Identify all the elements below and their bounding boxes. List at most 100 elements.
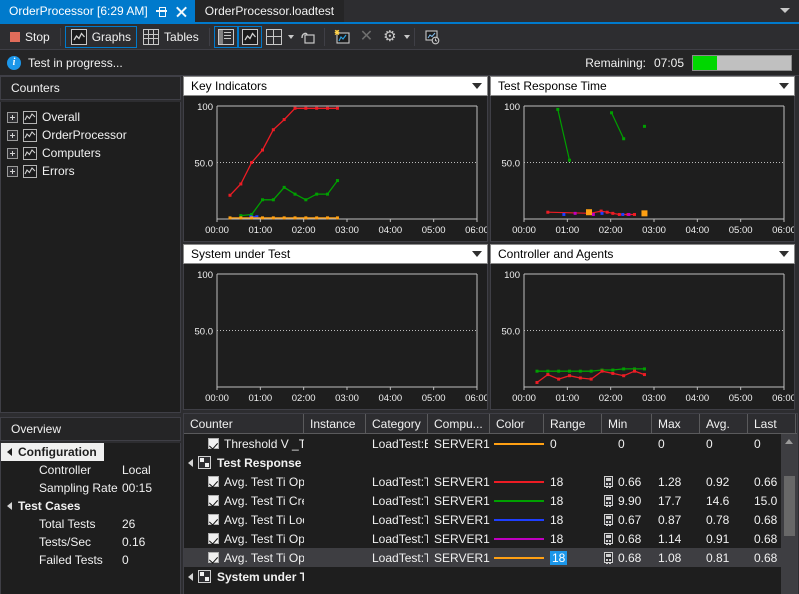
grid-column-header[interactable]: Avg.: [700, 414, 748, 433]
overview-row: Sampling Rate00:15: [1, 479, 180, 497]
show-details-panel-button[interactable]: [214, 26, 238, 48]
collapse-icon[interactable]: [188, 573, 193, 581]
grid-body[interactable]: Threshold V _TotalLoadTest:ESERVER100000…: [184, 434, 797, 594]
toolbar-separator: [324, 28, 325, 46]
grid-column-header[interactable]: Compu...: [428, 414, 490, 433]
expand-icon[interactable]: [7, 112, 18, 123]
grid-vertical-scrollbar[interactable]: [781, 434, 797, 594]
show-graph-panel-button[interactable]: [238, 26, 262, 48]
counters-tree-item[interactable]: OrderProcessor: [1, 126, 180, 144]
tab-orderprocessor-loadtest[interactable]: OrderProcessor.loadtest: [195, 0, 344, 22]
row-checkbox[interactable]: [208, 533, 219, 544]
grid-column-header[interactable]: Color: [490, 414, 544, 433]
info-icon: i: [7, 56, 21, 70]
counters-tree-item[interactable]: Errors: [1, 162, 180, 180]
svg-text:06:00: 06:00: [465, 393, 487, 404]
counters-tree-item[interactable]: Overall: [1, 108, 180, 126]
color-cell[interactable]: [490, 481, 544, 483]
counters-tree[interactable]: OverallOrderProcessorComputersErrors: [0, 102, 181, 413]
chevron-down-icon[interactable]: [472, 83, 482, 89]
settings-button[interactable]: ⚙: [378, 26, 401, 48]
expand-icon[interactable]: [7, 148, 18, 159]
table-row[interactable]: Threshold V _TotalLoadTest:ESERVER100000: [184, 434, 797, 453]
charts-grid: Key Indicators10050.000:0001:0002:0003:0…: [183, 76, 798, 410]
grid-column-header[interactable]: Instance: [304, 414, 366, 433]
range-cell[interactable]: 18: [544, 475, 602, 489]
left-pane: Counters OverallOrderProcessorComputersE…: [0, 76, 181, 594]
color-cell[interactable]: [490, 557, 544, 559]
grid-column-header[interactable]: Max: [652, 414, 700, 433]
scroll-up-arrow-icon[interactable]: [781, 434, 797, 450]
row-checkbox[interactable]: [208, 476, 219, 487]
row-checkbox[interactable]: [208, 552, 219, 563]
legend-button[interactable]: [294, 26, 320, 48]
overview-group[interactable]: Test Cases: [1, 497, 180, 515]
export-graph-icon: [424, 29, 440, 45]
range-cell[interactable]: 0: [544, 437, 602, 451]
chevron-down-icon[interactable]: [779, 83, 789, 89]
svg-text:00:00: 00:00: [205, 393, 229, 404]
min-value: 0.66: [618, 475, 641, 489]
scrollbar-thumb[interactable]: [784, 476, 795, 536]
tab-orderprocessor[interactable]: OrderProcessor [6:29 AM]: [0, 0, 195, 22]
toolbar-separator: [414, 28, 415, 46]
color-cell[interactable]: [490, 443, 544, 445]
color-cell[interactable]: [490, 538, 544, 540]
grid-column-header[interactable]: Min: [602, 414, 652, 433]
toolbar-separator: [209, 28, 210, 46]
grid-layout-button[interactable]: [262, 26, 286, 48]
chevron-down-icon[interactable]: [472, 251, 482, 257]
range-cell[interactable]: 18: [544, 513, 602, 527]
table-row[interactable]: Avg. Test Ti OpenCust(LoadTest:TSERVER11…: [184, 472, 797, 491]
expand-icon[interactable]: [7, 166, 18, 177]
grid-column-header[interactable]: Range: [544, 414, 602, 433]
expand-icon[interactable]: [7, 130, 18, 141]
grid-column-header[interactable]: Category: [366, 414, 428, 433]
table-row[interactable]: Avg. Test Ti OpenItemlLoadTest:TSERVER11…: [184, 548, 797, 567]
chevron-down-icon[interactable]: [779, 251, 789, 257]
overview-row-key: Controller: [1, 463, 122, 477]
pin-icon[interactable]: [155, 5, 168, 18]
row-checkbox[interactable]: [208, 495, 219, 506]
row-checkbox[interactable]: [208, 438, 219, 449]
chart-panel-header[interactable]: System under Test: [183, 244, 488, 264]
export-graph-button[interactable]: [419, 26, 445, 48]
overview-row-key: Tests/Sec: [1, 535, 122, 549]
add-graph-button[interactable]: [329, 26, 355, 48]
overview-group[interactable]: Configuration: [1, 443, 104, 461]
overview-tree[interactable]: ConfigurationControllerLocalSampling Rat…: [0, 443, 181, 594]
table-row[interactable]: System under Test: [184, 567, 797, 586]
chart-icon: [23, 165, 37, 178]
table-row[interactable]: Test Response Time: [184, 453, 797, 472]
counters-tree-item[interactable]: Computers: [1, 144, 180, 162]
collapse-icon[interactable]: [7, 448, 12, 456]
close-icon[interactable]: [175, 5, 188, 18]
graphs-button[interactable]: Graphs: [65, 26, 137, 48]
grid-column-header[interactable]: Counter: [184, 414, 304, 433]
chart-panel-header[interactable]: Test Response Time: [490, 76, 795, 96]
range-value: 18: [550, 475, 563, 489]
range-cell[interactable]: 18: [544, 494, 602, 508]
color-cell[interactable]: [490, 519, 544, 521]
settings-dropdown-icon[interactable]: [404, 35, 410, 39]
chart-panel-header[interactable]: Controller and Agents: [490, 244, 795, 264]
collapse-icon[interactable]: [7, 502, 12, 510]
remove-button[interactable]: ✕: [355, 26, 378, 48]
color-cell[interactable]: [490, 500, 544, 502]
max-cell: 0: [652, 437, 700, 451]
tables-button[interactable]: Tables: [137, 26, 205, 48]
row-checkbox[interactable]: [208, 514, 219, 525]
color-swatch: [494, 443, 544, 445]
grid-column-header[interactable]: Last: [748, 414, 796, 433]
chart-panel-header[interactable]: Key Indicators: [183, 76, 488, 96]
range-cell[interactable]: 18: [544, 532, 602, 546]
range-cell[interactable]: 18: [544, 551, 602, 565]
collapse-icon[interactable]: [188, 459, 193, 467]
min-value: 0.68: [618, 532, 641, 546]
table-row[interactable]: Avg. Test Ti CreateAndLoadTest:TSERVER11…: [184, 491, 797, 510]
main-area: Counters OverallOrderProcessorComputersE…: [0, 76, 799, 594]
chevron-down-icon[interactable]: [780, 8, 790, 13]
stop-button[interactable]: Stop: [4, 26, 56, 48]
table-row[interactable]: Avg. Test Ti LookupRaıLoadTest:TSERVER11…: [184, 510, 797, 529]
table-row[interactable]: Avg. Test Ti OpenSalesLoadTest:TSERVER11…: [184, 529, 797, 548]
